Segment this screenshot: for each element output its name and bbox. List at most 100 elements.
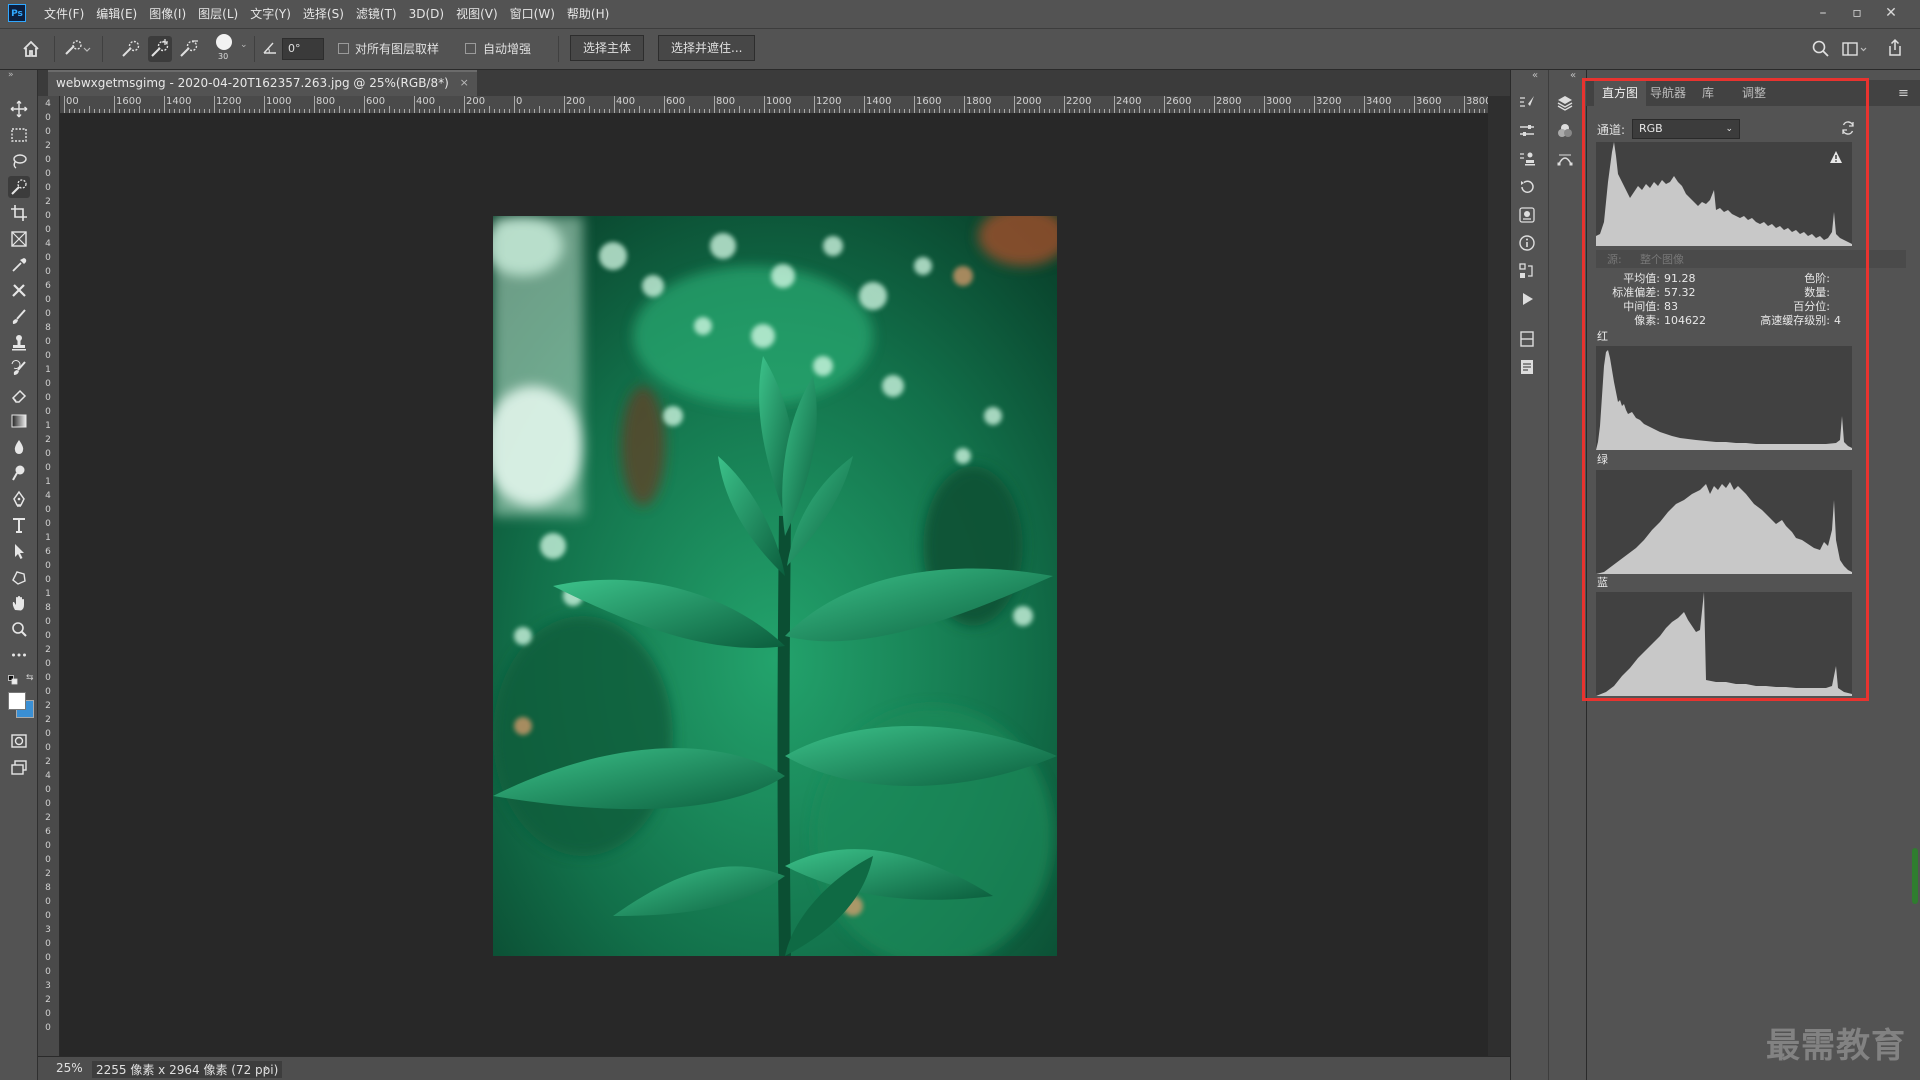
vertical-ruler[interactable]: 4 0 0 2 0 0 0 2 0 0 4 0 0 6 0 0 8 0 0 1 0 0 0 1 2 0 0 1 4 0 0 1 6 0 0 1 8 0 0 2… bbox=[38, 96, 60, 1056]
quick-mask-icon[interactable] bbox=[8, 730, 30, 752]
separator bbox=[254, 36, 255, 62]
collapse-toolbar-icon[interactable]: » bbox=[8, 70, 14, 80]
swap-colors-icon[interactable]: ⇆ bbox=[26, 673, 34, 683]
select-and-mask-button[interactable]: 选择并遮住... bbox=[658, 35, 756, 61]
channels-icon[interactable] bbox=[1554, 120, 1576, 142]
menu-help[interactable]: 帮助(H) bbox=[561, 0, 615, 28]
default-colors-icon[interactable] bbox=[8, 674, 18, 685]
brush-size-icon[interactable] bbox=[216, 34, 232, 50]
chevron-down-icon[interactable]: ⌄ bbox=[240, 40, 248, 50]
maximize-button[interactable]: ▫ bbox=[1840, 0, 1874, 28]
ruler-subtick bbox=[1029, 109, 1030, 113]
document-size-info[interactable]: 2255 像素 x 2964 像素 (72 ppi) bbox=[92, 1061, 283, 1078]
ruler-subtick bbox=[499, 109, 500, 113]
screen-mode-icon[interactable] bbox=[8, 756, 30, 778]
collapse-strip-icon[interactable]: « bbox=[1532, 70, 1538, 81]
actions-play-icon[interactable] bbox=[1516, 288, 1538, 310]
menu-view[interactable]: 视图(V) bbox=[450, 0, 504, 28]
workspace-icon[interactable] bbox=[1840, 38, 1867, 60]
collapse-strip-icon[interactable]: « bbox=[1570, 70, 1576, 81]
home-icon[interactable] bbox=[20, 38, 42, 60]
ruler-tick bbox=[714, 96, 715, 113]
pen-tool-icon[interactable] bbox=[8, 488, 30, 510]
close-window-button[interactable]: ✕ bbox=[1874, 0, 1908, 28]
zoom-level[interactable]: 25% bbox=[56, 1061, 83, 1075]
menu-type[interactable]: 文字(Y) bbox=[244, 0, 297, 28]
ruler-subtick bbox=[1399, 109, 1400, 113]
sample-all-layers-checkbox[interactable] bbox=[338, 43, 349, 54]
marquee-tool-icon[interactable] bbox=[8, 124, 30, 146]
document-image[interactable] bbox=[493, 216, 1057, 956]
artboards-icon[interactable] bbox=[1516, 328, 1538, 350]
menu-select[interactable]: 选择(S) bbox=[297, 0, 350, 28]
blur-tool-icon[interactable] bbox=[8, 436, 30, 458]
panel-scrollbar[interactable] bbox=[1912, 848, 1918, 904]
quick-selection-tool-icon[interactable] bbox=[8, 176, 30, 198]
history-brush-tool-icon[interactable] bbox=[8, 358, 30, 380]
layers-icon[interactable] bbox=[1554, 92, 1576, 114]
eyedropper-tool-icon[interactable] bbox=[8, 254, 30, 276]
panel-menu-icon[interactable]: ≡ bbox=[1898, 86, 1909, 101]
ruler-label: 0 bbox=[45, 785, 51, 795]
close-tab-icon[interactable]: × bbox=[460, 72, 469, 94]
hand-tool-icon[interactable] bbox=[8, 592, 30, 614]
ruler-subtick bbox=[609, 109, 610, 113]
crop-tool-icon[interactable] bbox=[8, 202, 30, 224]
menu-filter[interactable]: 滤镜(T) bbox=[350, 0, 403, 28]
add-to-selection-icon[interactable] bbox=[148, 36, 172, 62]
menu-window[interactable]: 窗口(W) bbox=[504, 0, 561, 28]
ruler-label: 4 bbox=[45, 771, 51, 781]
foreground-color-swatch[interactable] bbox=[8, 692, 26, 710]
ruler-subtick bbox=[554, 109, 555, 113]
ruler-subtick bbox=[234, 109, 235, 113]
menu-3d[interactable]: 3D(D) bbox=[403, 0, 450, 28]
move-tool-icon[interactable] bbox=[8, 98, 30, 120]
path-anchor-icon[interactable] bbox=[1554, 148, 1576, 170]
gradient-tool-icon[interactable] bbox=[8, 410, 30, 432]
select-subject-button[interactable]: 选择主体 bbox=[570, 35, 645, 61]
ruler-subtick bbox=[1484, 109, 1485, 113]
angle-input[interactable]: 0° bbox=[282, 38, 324, 60]
auto-enhance-checkbox[interactable] bbox=[465, 43, 476, 54]
ruler-subtick bbox=[299, 109, 300, 113]
type-tool-icon[interactable] bbox=[8, 514, 30, 536]
menu-image[interactable]: 图像(I) bbox=[143, 0, 192, 28]
zoom-tool-icon[interactable] bbox=[8, 618, 30, 640]
minimize-button[interactable]: – bbox=[1806, 0, 1840, 28]
document-tab[interactable]: webwxgetmsgimg - 2020-04-20T162357.263.j… bbox=[48, 70, 477, 96]
history-icon[interactable] bbox=[1516, 176, 1538, 198]
dodge-tool-icon[interactable] bbox=[8, 462, 30, 484]
horizontal-ruler[interactable]: 00 1600 1400 1200 1000 800 600 400 200 0 200 400 600… bbox=[60, 96, 1488, 114]
properties-icon[interactable] bbox=[1516, 120, 1538, 142]
ruler-subtick bbox=[604, 109, 605, 113]
notes-icon[interactable] bbox=[1516, 356, 1538, 378]
share-icon[interactable] bbox=[1884, 37, 1906, 59]
path-selection-tool-icon[interactable] bbox=[8, 540, 30, 562]
menu-file[interactable]: 文件(F) bbox=[38, 0, 90, 28]
menu-edit[interactable]: 编辑(E) bbox=[90, 0, 143, 28]
healing-brush-tool-icon[interactable] bbox=[8, 280, 30, 302]
info-icon[interactable] bbox=[1516, 232, 1538, 254]
new-selection-icon[interactable] bbox=[120, 38, 142, 60]
status-arrow-icon[interactable]: › bbox=[264, 1061, 269, 1075]
shape-tool-icon[interactable] bbox=[8, 566, 30, 588]
search-icon[interactable] bbox=[1810, 38, 1832, 60]
frame-tool-icon[interactable] bbox=[8, 228, 30, 250]
subtract-from-selection-icon[interactable] bbox=[178, 38, 200, 60]
ruler-subtick bbox=[74, 109, 75, 113]
channels-mixer-icon[interactable] bbox=[1516, 204, 1538, 226]
menu-layer[interactable]: 图层(L) bbox=[192, 0, 244, 28]
ruler-label: 0 bbox=[45, 393, 51, 403]
quick-selection-preset-icon[interactable] bbox=[62, 38, 91, 60]
brush-settings-icon[interactable] bbox=[1516, 92, 1538, 114]
eraser-tool-icon[interactable] bbox=[8, 384, 30, 406]
clone-stamp-tool-icon[interactable] bbox=[8, 332, 30, 354]
ruler-subtick bbox=[789, 106, 790, 113]
paths-icon[interactable] bbox=[1516, 260, 1538, 282]
brush-tool-icon[interactable] bbox=[8, 306, 30, 328]
more-tools-icon[interactable] bbox=[8, 644, 30, 666]
ruler-subtick bbox=[904, 109, 905, 113]
clone-source-icon[interactable] bbox=[1516, 148, 1538, 170]
lasso-tool-icon[interactable] bbox=[8, 150, 30, 172]
canvas-vertical-scrollbar[interactable] bbox=[1488, 96, 1510, 1056]
